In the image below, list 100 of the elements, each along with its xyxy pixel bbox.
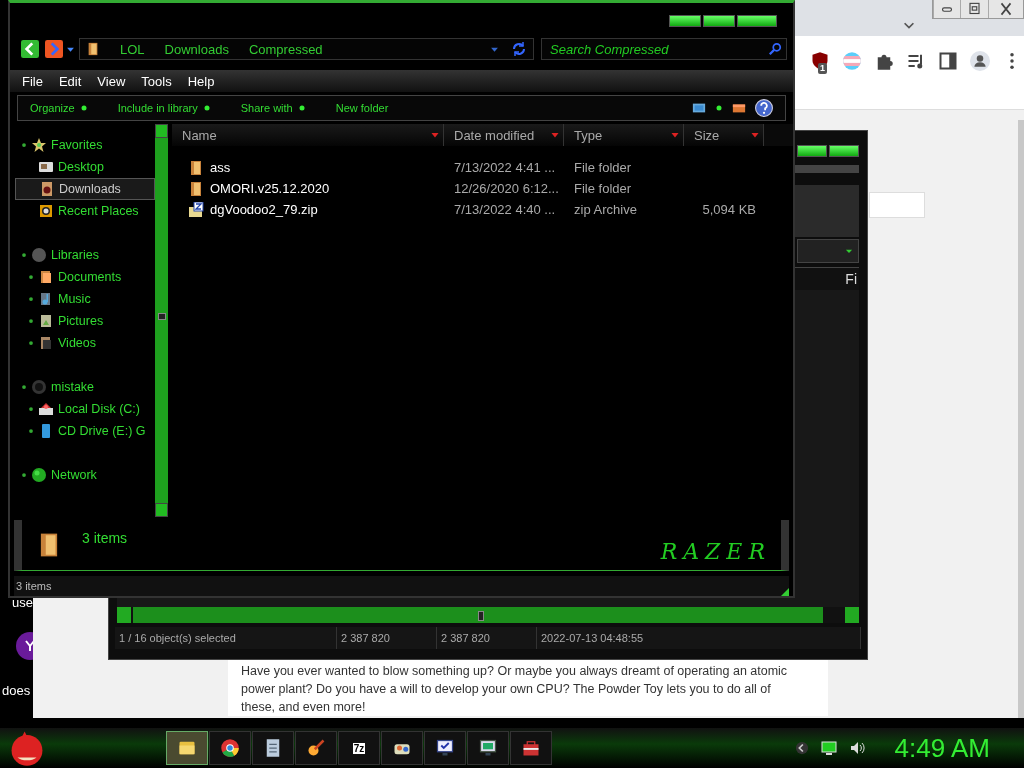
status-text: 1 / 16 object(s) selected bbox=[115, 627, 337, 649]
help-icon[interactable] bbox=[755, 99, 773, 117]
monitor-icon bbox=[478, 738, 498, 758]
taskbar-button[interactable]: 7z bbox=[338, 731, 380, 765]
breadcrumb[interactable]: LOL bbox=[120, 41, 145, 57]
computer-icon bbox=[31, 379, 47, 395]
scrollbar[interactable] bbox=[155, 124, 168, 517]
folder-icon bbox=[39, 181, 55, 197]
file-row[interactable]: dgVoodoo2_79.zip 7/13/2022 4:40 ... zip Archive 5,094 KB bbox=[172, 199, 793, 220]
chevron-icon[interactable] bbox=[794, 741, 809, 755]
taskbar-button[interactable] bbox=[295, 731, 337, 765]
breadcrumb[interactable]: Compressed bbox=[248, 41, 323, 57]
expander-dot-icon[interactable] bbox=[21, 142, 27, 148]
nav-item[interactable]: Libraries bbox=[15, 244, 155, 266]
resize-grip-icon[interactable] bbox=[781, 588, 789, 596]
expander-dot-icon[interactable] bbox=[21, 252, 27, 258]
scroll-thumb[interactable] bbox=[158, 313, 166, 321]
nav-item[interactable]: Desktop bbox=[15, 156, 155, 178]
nav-item[interactable]: Pictures bbox=[15, 310, 155, 332]
menu-item[interactable]: File bbox=[22, 73, 43, 89]
column-header[interactable]: Type bbox=[564, 124, 684, 146]
menu-item[interactable]: Help bbox=[187, 73, 215, 89]
zip-file-icon bbox=[188, 201, 204, 218]
command-button[interactable]: Share with bbox=[240, 102, 306, 114]
preview-pane-icon[interactable] bbox=[691, 101, 707, 115]
nav-item[interactable]: Local Disk (C:) bbox=[15, 398, 155, 420]
nav-item[interactable]: CD Drive (E:) G bbox=[15, 420, 155, 442]
scroll-thumb[interactable] bbox=[478, 611, 484, 621]
speaker-icon[interactable] bbox=[848, 740, 865, 756]
command-button[interactable]: Organize bbox=[30, 102, 88, 114]
dropdown-field[interactable] bbox=[797, 239, 859, 263]
file-name: ass bbox=[210, 160, 231, 175]
scroll-up-button[interactable] bbox=[155, 124, 168, 138]
window-button[interactable] bbox=[797, 145, 827, 157]
taskbar-button[interactable] bbox=[209, 731, 251, 765]
monitor-icon[interactable] bbox=[820, 740, 837, 756]
nav-item[interactable]: Downloads bbox=[15, 178, 155, 200]
pictures-icon bbox=[38, 313, 54, 329]
column-header[interactable]: Fi bbox=[845, 268, 859, 290]
folder-icon bbox=[86, 40, 100, 58]
nav-item[interactable]: mistake bbox=[15, 376, 155, 398]
menu-item[interactable]: Edit bbox=[58, 73, 82, 89]
scrollbar[interactable] bbox=[133, 607, 823, 623]
nav-item[interactable]: Videos bbox=[15, 332, 155, 354]
dot-icon bbox=[297, 104, 306, 112]
command-button[interactable]: New folder bbox=[335, 102, 389, 114]
scrollbar[interactable] bbox=[1018, 120, 1024, 718]
expander-dot-icon[interactable] bbox=[28, 340, 34, 346]
scroll-down-button[interactable] bbox=[155, 503, 168, 517]
avatar-icon[interactable] bbox=[970, 51, 990, 71]
dropdown-arrow-icon[interactable] bbox=[431, 131, 439, 139]
address-bar[interactable]: LOL Downloads Compressed bbox=[79, 38, 534, 60]
expander-dot-icon[interactable] bbox=[21, 384, 27, 390]
column-header[interactable]: Name bbox=[172, 124, 444, 146]
nav-item[interactable]: Recent Places bbox=[15, 200, 155, 222]
nav-item[interactable]: Music bbox=[15, 288, 155, 310]
dropdown-arrow-icon[interactable] bbox=[751, 131, 759, 139]
globe-icon bbox=[31, 467, 47, 483]
videos-icon bbox=[38, 335, 54, 351]
sidebar-icon[interactable] bbox=[938, 51, 958, 71]
command-button[interactable]: Include in library bbox=[117, 102, 211, 114]
file-row[interactable]: ass 7/13/2022 4:41 ... File folder bbox=[172, 157, 793, 178]
expander-dot-icon[interactable] bbox=[28, 274, 34, 280]
nav-item[interactable]: Favorites bbox=[15, 134, 155, 156]
nav-item[interactable]: Documents bbox=[15, 266, 155, 288]
taskbar-button[interactable] bbox=[467, 731, 509, 765]
taskbar-button[interactable] bbox=[381, 731, 423, 765]
monitor-icon bbox=[435, 738, 455, 758]
breadcrumb[interactable]: Downloads bbox=[164, 41, 229, 57]
expander-dot-icon[interactable] bbox=[21, 472, 27, 478]
forward-icon[interactable] bbox=[42, 40, 66, 58]
expander-dot-icon[interactable] bbox=[28, 296, 34, 302]
taskbar-button[interactable] bbox=[166, 731, 208, 765]
maximize-button[interactable] bbox=[703, 15, 735, 27]
expander-dot-icon[interactable] bbox=[28, 428, 34, 434]
expander-dot-icon[interactable] bbox=[28, 406, 34, 412]
dropdown-arrow-icon[interactable] bbox=[671, 131, 679, 139]
taskbar-button[interactable] bbox=[424, 731, 466, 765]
search-field[interactable]: Search Compressed bbox=[541, 38, 787, 60]
status-text: 2 387 820 bbox=[437, 627, 537, 649]
column-header[interactable]: Size bbox=[684, 124, 764, 146]
column-header[interactable]: Date modified bbox=[444, 124, 564, 146]
input-field[interactable] bbox=[869, 192, 925, 218]
menu-item[interactable]: Tools bbox=[141, 73, 172, 89]
menu-item[interactable]: View bbox=[97, 73, 126, 89]
clock[interactable]: 4:49 AM bbox=[894, 732, 990, 764]
refresh-icon[interactable] bbox=[511, 41, 527, 57]
taskbar-button[interactable] bbox=[510, 731, 552, 765]
file-row[interactable]: OMORI.v25.12.2020 12/26/2020 6:12... File folder bbox=[172, 178, 793, 199]
window-button[interactable] bbox=[829, 145, 859, 157]
minimize-button[interactable] bbox=[669, 15, 701, 27]
close-button[interactable] bbox=[737, 15, 777, 27]
dropdown-arrow-icon[interactable] bbox=[551, 131, 559, 139]
taskbar-button[interactable] bbox=[252, 731, 294, 765]
folder-icon bbox=[188, 180, 204, 197]
badge: 1 bbox=[818, 63, 827, 74]
brush-icon bbox=[306, 738, 326, 758]
expander-dot-icon[interactable] bbox=[28, 318, 34, 324]
back-icon[interactable] bbox=[18, 40, 42, 58]
nav-item[interactable]: Network bbox=[15, 464, 155, 486]
